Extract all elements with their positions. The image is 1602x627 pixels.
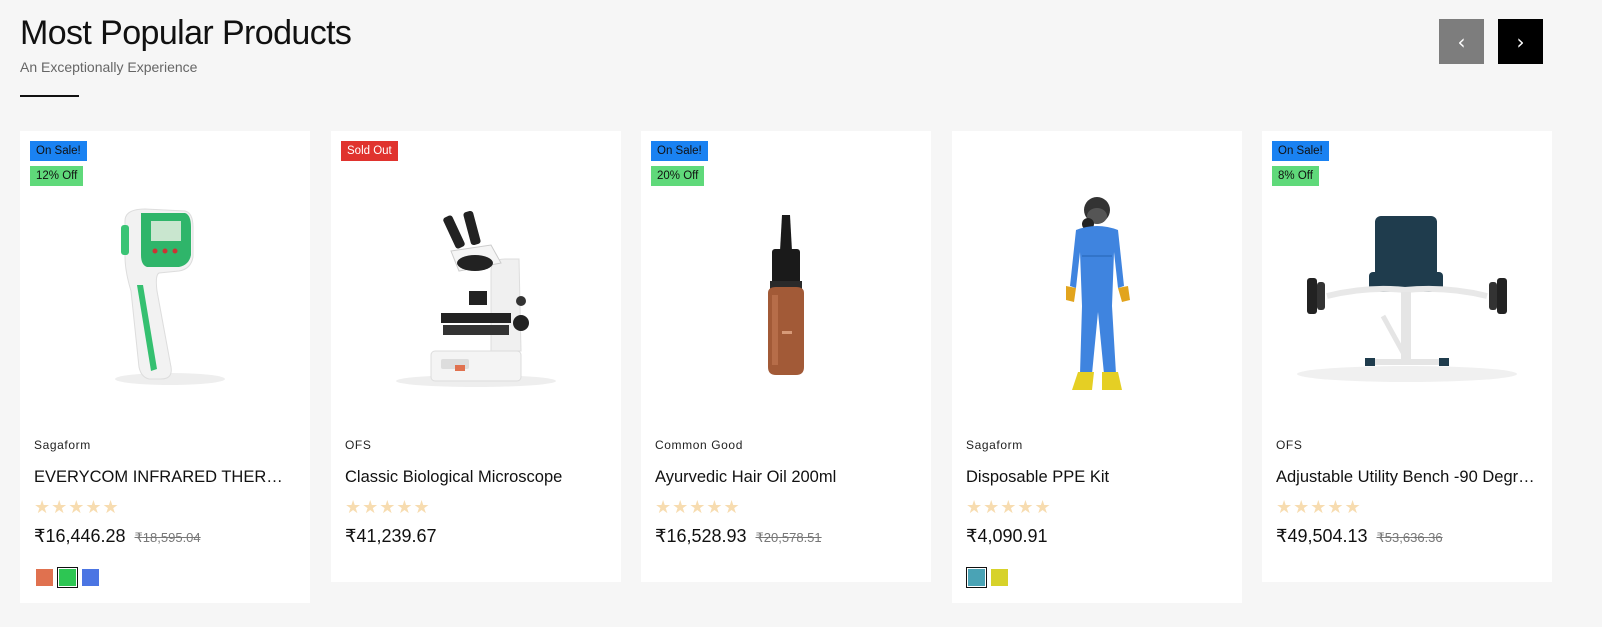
product-name[interactable]: Adjustable Utility Bench -90 Degree Reve…	[1276, 468, 1538, 487]
swatch-yellow[interactable]	[991, 569, 1008, 586]
price-row: ₹49,504.13 ₹53,636.36	[1276, 526, 1443, 547]
product-name[interactable]: Ayurvedic Hair Oil 200ml	[655, 468, 917, 487]
old-price: ₹18,595.04	[134, 530, 201, 545]
product-brand[interactable]: Sagaform	[966, 438, 1023, 452]
price-row: ₹41,239.67	[345, 526, 437, 547]
current-price: ₹4,090.91	[966, 526, 1048, 546]
product-card[interactable]: On Sale! 20% Off Common Good Ayurvedic H…	[641, 131, 931, 582]
swatch-orange[interactable]	[36, 569, 53, 586]
on-sale-badge: On Sale!	[651, 141, 708, 161]
current-price: ₹16,446.28	[34, 526, 126, 546]
swatch-teal[interactable]	[966, 567, 987, 588]
color-swatches	[36, 567, 99, 588]
section-title: Most Popular Products	[20, 14, 352, 52]
section-header: Most Popular Products An Exceptionally E…	[20, 12, 352, 97]
rating-stars: ★★★★★	[966, 497, 1052, 518]
product-brand[interactable]: OFS	[1276, 438, 1302, 452]
current-price: ₹16,528.93	[655, 526, 747, 546]
product-brand[interactable]: Sagaform	[34, 438, 91, 452]
product-image-ppe-suit[interactable]	[952, 171, 1242, 421]
swatch-green[interactable]	[57, 567, 78, 588]
color-swatches	[966, 567, 1008, 588]
product-image-thermometer[interactable]	[20, 171, 310, 421]
on-sale-badge: On Sale!	[1272, 141, 1329, 161]
rating-stars: ★★★★★	[34, 497, 120, 518]
carousel-next-button[interactable]: ›	[1498, 19, 1543, 64]
product-name[interactable]: EVERYCOM INFRARED THERMOMETER	[34, 468, 296, 487]
product-name[interactable]: Classic Biological Microscope	[345, 468, 607, 487]
section-subtitle: An Exceptionally Experience	[20, 59, 198, 75]
product-image-microscope[interactable]	[331, 171, 621, 421]
title-underline	[20, 95, 79, 97]
price-row: ₹16,528.93 ₹20,578.51	[655, 526, 822, 547]
rating-stars: ★★★★★	[655, 497, 741, 518]
on-sale-badge: On Sale!	[30, 141, 87, 161]
rating-stars: ★★★★★	[1276, 497, 1362, 518]
product-card[interactable]: On Sale! 8% Off OFS Adjustable Utility B…	[1262, 131, 1552, 582]
sold-out-badge: Sold Out	[341, 141, 398, 161]
carousel-prev-button[interactable]: ‹	[1439, 19, 1484, 64]
product-brand[interactable]: OFS	[345, 438, 371, 452]
price-row: ₹16,446.28 ₹18,595.04	[34, 526, 201, 547]
swatch-blue[interactable]	[82, 569, 99, 586]
product-image-oil-bottle[interactable]	[641, 171, 931, 421]
current-price: ₹49,504.13	[1276, 526, 1368, 546]
rating-stars: ★★★★★	[345, 497, 431, 518]
product-name[interactable]: Disposable PPE Kit	[966, 468, 1228, 487]
price-row: ₹4,090.91	[966, 526, 1048, 547]
current-price: ₹41,239.67	[345, 526, 437, 546]
product-card[interactable]: On Sale! 12% Off Sagaform EVERYCOM INFRA…	[20, 131, 310, 603]
product-image-bench[interactable]	[1262, 171, 1552, 421]
old-price: ₹53,636.36	[1376, 530, 1443, 545]
product-card[interactable]: Sold Out OFS Classic Biological Microsco…	[331, 131, 621, 582]
product-card[interactable]: Sagaform Disposable PPE Kit ★★★★★ ₹4,090…	[952, 131, 1242, 603]
old-price: ₹20,578.51	[755, 530, 822, 545]
product-brand[interactable]: Common Good	[655, 438, 743, 452]
